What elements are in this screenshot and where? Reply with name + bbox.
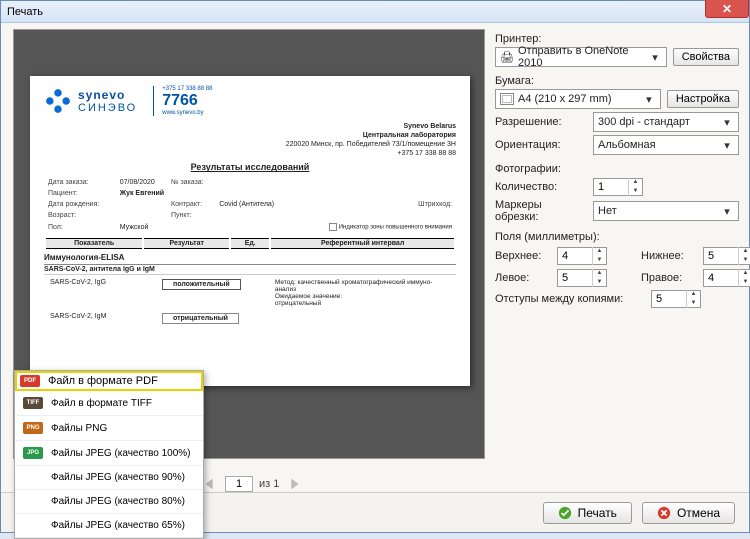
margin-top-spin[interactable]: ▲▼ xyxy=(557,247,607,265)
page-input[interactable] xyxy=(225,476,253,492)
export-png[interactable]: PNGФайлы PNG xyxy=(15,416,203,441)
export-menu: PDFФайл в формате PDF TIFFФайл в формате… xyxy=(14,370,204,539)
printer-label: Принтер: xyxy=(495,33,739,45)
org4: +375 17 338 88 88 xyxy=(397,150,456,157)
crop-select[interactable]: Нет▾ xyxy=(593,201,739,221)
photos-label: Фотографии: xyxy=(495,163,739,175)
brand-line1: synevo xyxy=(78,88,137,102)
window-title: Печать xyxy=(7,6,43,18)
margin-bottom-spin[interactable]: ▲▼ xyxy=(703,247,750,265)
cancel-icon xyxy=(657,506,671,520)
chevron-down-icon: ▾ xyxy=(648,51,661,64)
org2: Центральная лаборатория xyxy=(363,132,456,139)
copies-spin[interactable]: ▲▼ xyxy=(593,178,643,196)
site: www.synevo.by xyxy=(162,110,212,116)
resolution-select[interactable]: 300 dpi - стандарт▾ xyxy=(593,112,739,132)
page-icon xyxy=(500,93,514,105)
orientation-label: Ориентация: xyxy=(495,139,587,151)
org3: 220020 Минск, пр. Победителей 73/1/помещ… xyxy=(286,141,456,148)
export-pdf[interactable]: PDFФайл в формате PDF xyxy=(15,371,203,391)
resolution-label: Разрешение: xyxy=(495,116,587,128)
printer-select[interactable]: 🖨Отправить в OneNote 2010▾ xyxy=(495,47,667,67)
doc-title: Результаты исследований xyxy=(44,162,456,172)
export-tiff[interactable]: TIFFФайл в формате TIFF xyxy=(15,391,203,416)
org1: Synevo Belarus xyxy=(403,123,456,130)
print-dialog: Печать ✕ synevo СИНЭВО +375 17 xyxy=(0,0,750,533)
copy-gap-label: Отступы между копиями: xyxy=(495,293,645,305)
margins-label: Поля (миллиметры): xyxy=(495,231,739,243)
chevron-down-icon: ▾ xyxy=(642,93,656,106)
orientation-select[interactable]: Альбомная▾ xyxy=(593,135,739,155)
copy-gap-spin[interactable]: ▲▼ xyxy=(651,290,701,308)
titlebar: Печать ✕ xyxy=(1,1,749,23)
margin-right-spin[interactable]: ▲▼ xyxy=(703,269,750,287)
print-button[interactable]: Печать xyxy=(543,502,632,524)
paper-select[interactable]: A4 (210 x 297 mm)▾ xyxy=(495,89,661,109)
document-page: synevo СИНЭВО +375 17 338 88 88 7766 www… xyxy=(30,76,470,386)
preview-pane: synevo СИНЭВО +375 17 338 88 88 7766 www… xyxy=(13,29,485,459)
check-icon xyxy=(558,506,572,520)
export-jpeg-65[interactable]: Файлы JPEG (качество 65%) xyxy=(15,514,203,538)
pager: из 1 xyxy=(201,475,303,493)
page-of: из 1 xyxy=(259,478,279,490)
phone-big: 7766 xyxy=(162,92,212,110)
section: Иммунология-ELISA xyxy=(44,251,456,265)
export-jpeg-80[interactable]: Файлы JPEG (качество 80%) xyxy=(15,490,203,514)
close-button[interactable]: ✕ xyxy=(705,0,749,18)
subsection: SARS-CoV-2, антитела IgG и IgM xyxy=(44,265,456,275)
margin-left-spin[interactable]: ▲▼ xyxy=(557,269,607,287)
logo-icon xyxy=(44,87,72,115)
paper-label: Бумага: xyxy=(495,75,739,87)
printer-properties-button[interactable]: Свойства xyxy=(673,48,739,66)
paper-settings-button[interactable]: Настройка xyxy=(667,90,739,108)
export-jpeg-90[interactable]: Файлы JPEG (качество 90%) xyxy=(15,466,203,490)
export-jpeg-100[interactable]: JPGФайлы JPEG (качество 100%) xyxy=(15,441,203,466)
next-page-icon[interactable] xyxy=(285,475,303,493)
settings-panel: Принтер: 🖨Отправить в OneNote 2010▾ Свой… xyxy=(495,29,739,490)
cancel-button[interactable]: Отмена xyxy=(642,502,735,524)
brand-line2: СИНЭВО xyxy=(78,102,137,114)
